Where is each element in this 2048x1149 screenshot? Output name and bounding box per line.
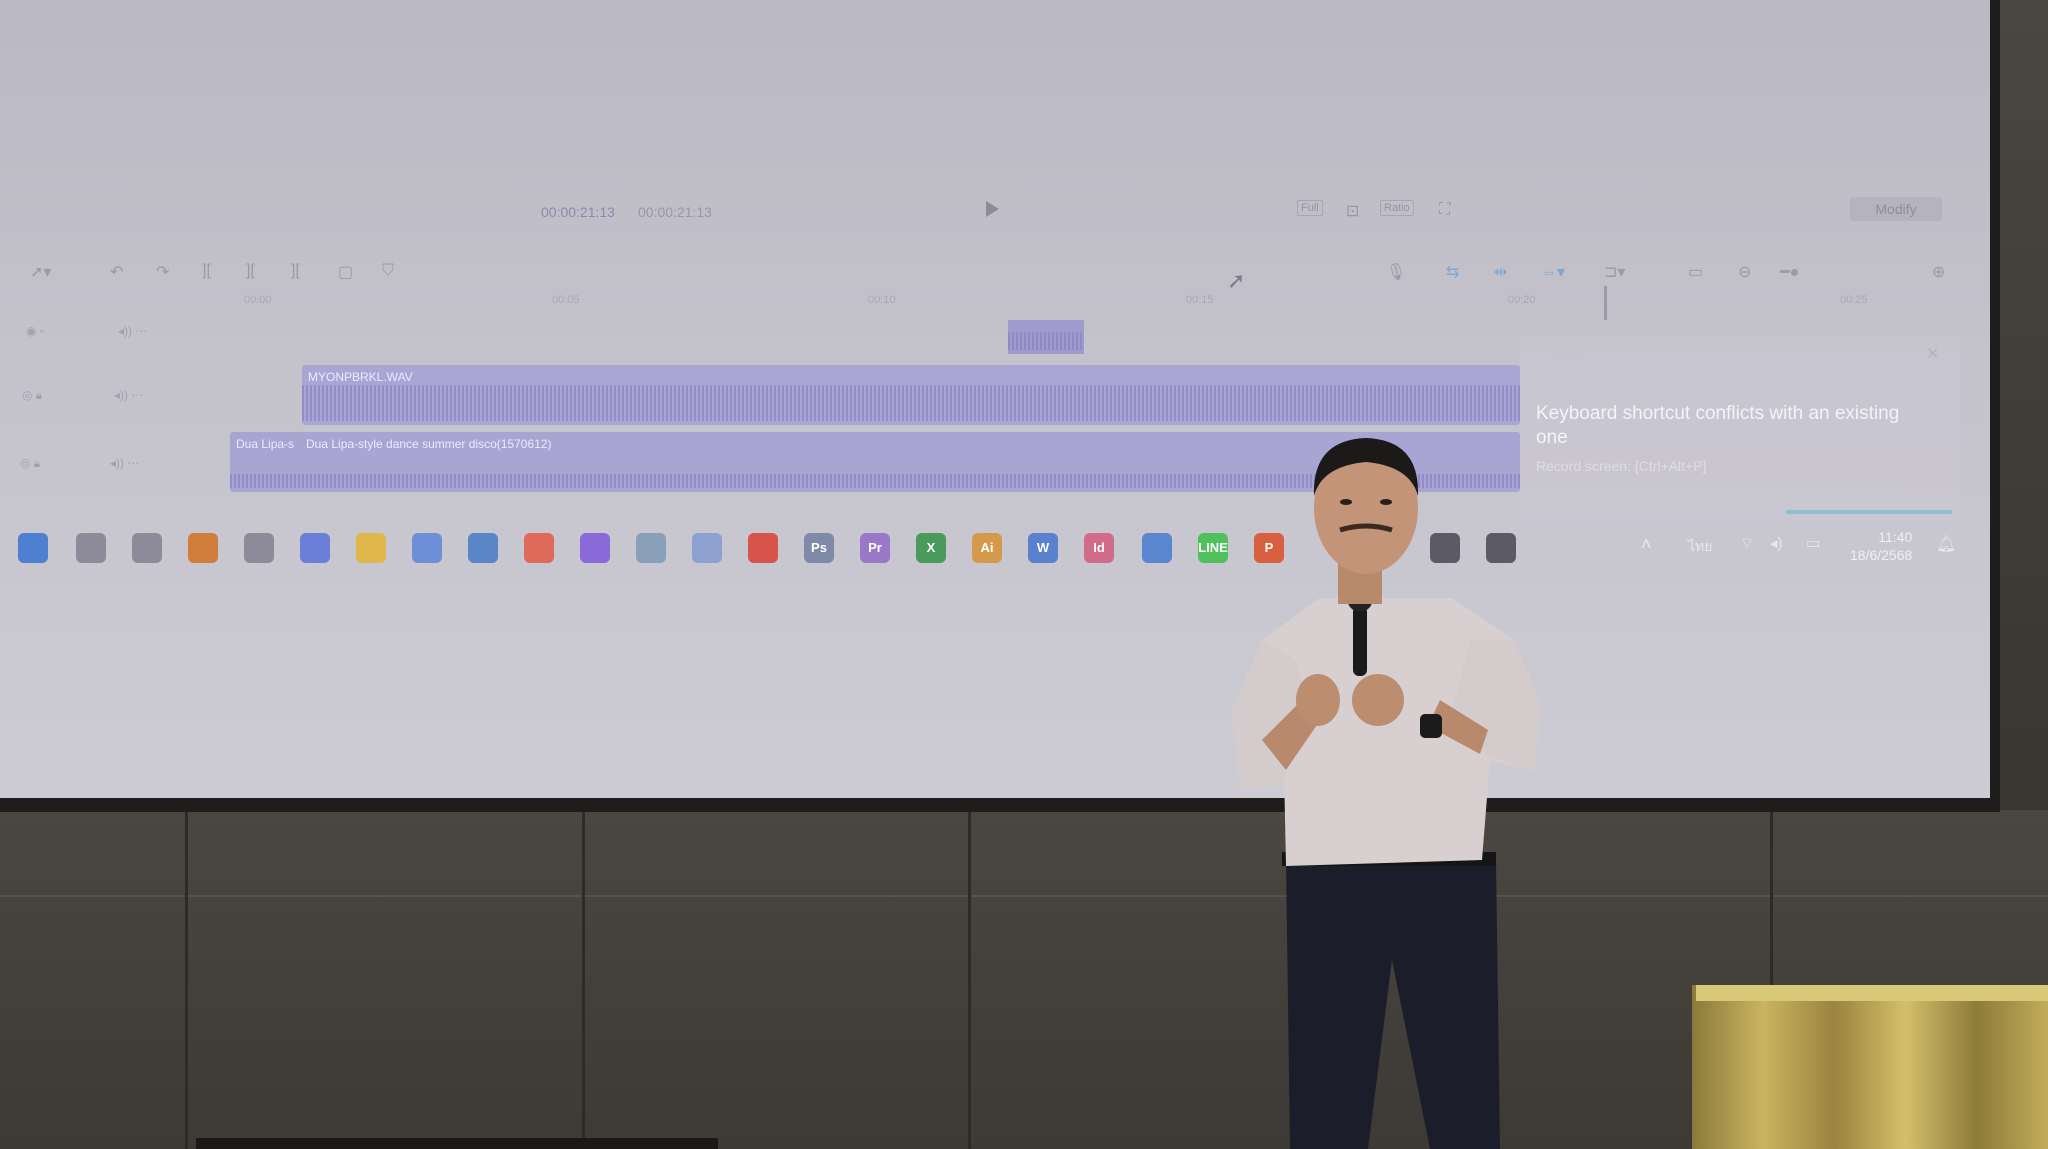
clock-date: 18/6/2568 <box>1850 547 1913 563</box>
gold-draped-table <box>1692 985 2048 1149</box>
zoom-icon[interactable] <box>300 533 330 563</box>
zoom-slider[interactable]: ━● <box>1780 262 1799 282</box>
ruler-tick: 00:25 <box>1840 294 1868 306</box>
search-icon[interactable] <box>188 533 218 563</box>
chrome-profile-icon[interactable] <box>1142 533 1172 563</box>
ruler-tick: 00:20 <box>1508 294 1536 306</box>
mouse-cursor-icon: ➚ <box>1227 268 1246 293</box>
fox-icon[interactable] <box>76 533 106 563</box>
chrome-icon[interactable] <box>748 533 778 563</box>
ratio-button[interactable]: Ratio <box>1380 200 1414 216</box>
waveform <box>230 474 1520 488</box>
messenger-icon[interactable] <box>580 533 610 563</box>
language-indicator[interactable]: ไทย <box>1688 536 1712 558</box>
playhead[interactable] <box>1604 286 1607 320</box>
full-button[interactable]: Full <box>1297 200 1323 216</box>
current-timecode: 00:00:21:13 <box>541 204 615 220</box>
battery-icon[interactable]: ▭ <box>1806 534 1820 552</box>
align-icon[interactable]: ⊐▾ <box>1604 262 1625 282</box>
wall-seam <box>968 810 971 1149</box>
notification-app-name: CapCut <box>1540 348 1581 362</box>
wall-seam <box>1480 810 1483 1149</box>
caption-icon[interactable]: ▭ <box>1688 262 1703 282</box>
wall-seam <box>582 810 585 1149</box>
waveform <box>302 385 1520 421</box>
play-icon[interactable] <box>986 201 999 217</box>
line-icon[interactable]: LINE <box>1198 533 1228 563</box>
system-clock[interactable]: 11:40 18/6/2568 <box>1850 528 1912 564</box>
preview-axis-icon[interactable]: ⇔▾ <box>1541 262 1565 282</box>
zoom-out-icon[interactable]: ⊖ <box>1738 262 1751 282</box>
music-clip[interactable]: Dua Lipa-s Dua Lipa-style dance summer d… <box>230 432 1520 492</box>
notification-title: Keyboard shortcut conflicts with an exis… <box>1536 403 1900 448</box>
total-timecode: 00:00:21:13 <box>638 204 712 220</box>
store-icon[interactable] <box>524 533 554 563</box>
mark-icon[interactable]: ⛉ <box>382 262 394 280</box>
split-right-icon[interactable]: ][ <box>291 262 300 280</box>
audio-clip[interactable]: MYONPBRKL.WAV <box>302 365 1520 425</box>
calendar-icon[interactable] <box>412 533 442 563</box>
clock-app-icon[interactable] <box>244 533 274 563</box>
link-icon[interactable]: ⇆ <box>1446 262 1459 282</box>
wifi-icon[interactable]: ⌔ <box>1740 534 1754 553</box>
notes-icon[interactable] <box>636 533 666 563</box>
stage-edge <box>196 1138 718 1149</box>
snapshot-icon[interactable]: ⊡ <box>1343 200 1362 222</box>
ruler-tick: 00:10 <box>868 294 896 306</box>
close-icon[interactable]: ✕ <box>1926 344 1939 364</box>
outlook-icon[interactable] <box>468 533 498 563</box>
delete-icon[interactable]: ▢ <box>338 262 353 282</box>
capcut-icon[interactable] <box>1430 533 1460 563</box>
zoom-in-icon[interactable]: ⊕ <box>1932 262 1945 282</box>
video-editor-window: 00:00:21:13 00:00:21:13 Full ⊡ Ratio ⛶ M… <box>0 0 1990 563</box>
track-audio-icon[interactable]: ◂)) ⋯ <box>114 388 143 402</box>
track-audio-icon[interactable]: ◂)) ⋯ <box>110 456 139 470</box>
capcut-active-icon[interactable] <box>1486 533 1516 563</box>
word-icon[interactable]: W <box>1028 533 1058 563</box>
microphone-icon[interactable]: 🎙 <box>1386 262 1406 282</box>
illustrator-icon[interactable]: Ai <box>972 533 1002 563</box>
folder-icon[interactable] <box>356 533 386 563</box>
clip-label-short: Dua Lipa-s <box>236 437 295 451</box>
indesign-icon[interactable]: Id <box>1084 533 1114 563</box>
redo-icon[interactable]: ↷ <box>156 262 169 282</box>
start-icon[interactable] <box>18 533 48 563</box>
track-visibility-icon[interactable]: ◉ ▫ <box>26 324 44 338</box>
select-tool-icon[interactable]: ➚▾ <box>30 262 51 282</box>
notification-progress <box>1786 510 1952 514</box>
snap-icon[interactable]: ⇹ <box>1494 262 1507 282</box>
wall-trim <box>0 895 2048 897</box>
app-icon[interactable] <box>692 533 722 563</box>
calculator-icon[interactable] <box>132 533 162 563</box>
video-clip[interactable] <box>1008 320 1084 354</box>
notification-bell-icon[interactable]: 🔔︎ <box>1936 534 1956 554</box>
notification-subtitle: Record screen: [Ctrl+Alt+P] <box>1536 458 1707 474</box>
photoshop-icon[interactable]: Ps <box>804 533 834 563</box>
track-audio-icon[interactable]: ◂)) ⋯ <box>118 324 147 338</box>
modify-button[interactable]: Modify <box>1850 197 1942 221</box>
wall-seam <box>185 810 188 1149</box>
chevron-up-icon[interactable]: ˄ <box>1641 534 1652 555</box>
volume-icon[interactable]: ◂) <box>1770 534 1783 552</box>
ruler-tick: 00:00 <box>244 294 272 306</box>
split-left-icon[interactable]: ][ <box>246 262 255 280</box>
clip-label: MYONPBRKL.WAV <box>308 370 413 384</box>
powerpoint-icon[interactable]: P <box>1254 533 1284 563</box>
ruler-tick: 00:15 <box>1186 294 1214 306</box>
split-icon[interactable]: ][ <box>202 262 211 280</box>
clock-time: 11:40 <box>1878 529 1913 545</box>
clip-label: Dua Lipa-style dance summer disco(157061… <box>306 437 552 451</box>
track-lock-icon[interactable]: ◎ 🔒︎ <box>20 456 40 471</box>
premiere-icon[interactable]: Pr <box>860 533 890 563</box>
projection-screen: 00:00:21:13 00:00:21:13 Full ⊡ Ratio ⛶ M… <box>0 0 2000 812</box>
track-lock-icon[interactable]: ◎ 🔒︎ <box>22 388 42 403</box>
fullscreen-icon[interactable]: ⛶ <box>1436 200 1453 220</box>
ruler-tick: 00:05 <box>552 294 580 306</box>
undo-icon[interactable]: ↶ <box>110 262 123 282</box>
excel-icon[interactable]: X <box>916 533 946 563</box>
table-top <box>1696 985 2048 1001</box>
